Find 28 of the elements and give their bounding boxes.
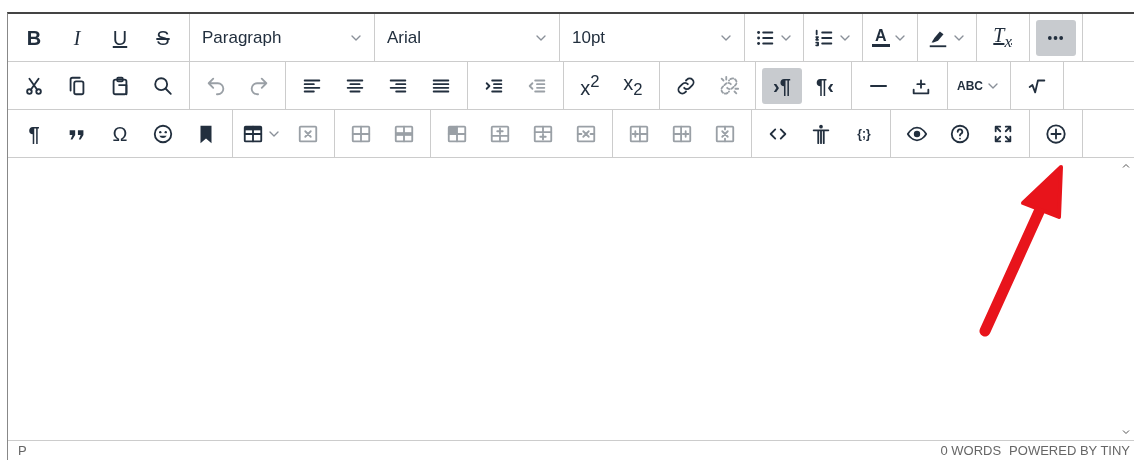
split-button[interactable]: ABC [954,67,1004,104]
toolbar-button[interactable]: Ω [100,115,140,152]
toolbar-button[interactable]: {;} [844,115,884,152]
toolbar-button[interactable]: x$_{2}$ [613,67,653,104]
help-icon [949,122,971,145]
dropdown-select[interactable]: 10pt [566,19,738,56]
horizontal-line-icon [869,83,887,88]
unlink-icon [718,74,740,97]
dropdown-select[interactable]: Arial [381,19,553,56]
toolbar-button[interactable]: U [100,19,140,56]
word-count: 0 WORDS [940,443,1002,458]
toolbar-button[interactable]: x$^{2}$ [570,67,610,104]
toolbar-button[interactable]: S [143,19,183,56]
toolbar-button[interactable]: I [57,19,97,56]
toolbar-button[interactable]: ¶‹ [805,67,845,104]
search-icon [152,74,174,97]
accessibility-icon [810,122,832,145]
dropdown-select[interactable]: Paragraph [196,19,368,56]
toolbar-button[interactable]: ›¶ [762,67,802,104]
toolbar-button[interactable]: B [14,19,54,56]
split-button[interactable]: A [869,19,911,56]
branding-link[interactable]: POWERED BY TINY [1009,443,1130,458]
more-icon [1047,34,1065,41]
element-path[interactable]: P [18,443,27,458]
emoji-icon [152,122,174,145]
toolbar-button[interactable]: T$_{x}$ [982,19,1023,56]
plus-circle-icon [1045,122,1067,145]
toolbar-button[interactable]: ¶ [14,115,54,152]
